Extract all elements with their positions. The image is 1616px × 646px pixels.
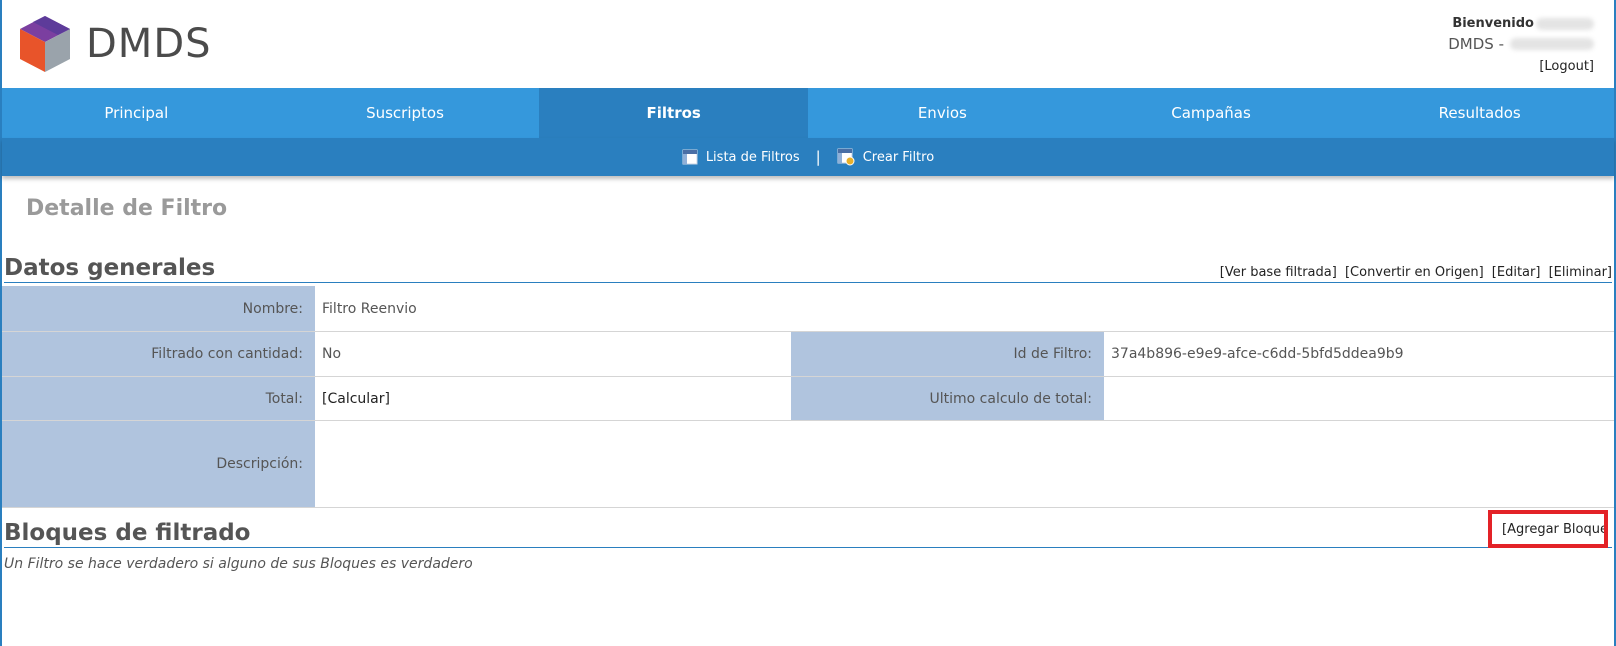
cantidad-value: No [322,346,342,362]
blocks-note: Un Filtro se hace verdadero si alguno de… [4,556,473,572]
cube-logo-icon [20,16,70,72]
blocks-section-header: Bloques de filtrado [Agregar Bloque [4,519,1612,548]
calcular-link[interactable]: [Calcular] [322,391,390,407]
brand-name: DMDS [86,21,212,67]
filter-details-table: Nombre: Filtro Reenvio Filtrado con cant… [2,286,1614,508]
crear-filtro-label: Crear Filtro [862,149,935,165]
add-filter-icon [837,148,855,166]
tab-filtros[interactable]: Filtros [539,88,809,138]
page-title: Detalle de Filtro [26,196,228,221]
lista-filtros-label: Lista de Filtros [705,149,800,165]
crear-filtro-link[interactable]: Crear Filtro [837,148,934,166]
editar-link[interactable]: [Editar] [1492,265,1541,280]
nombre-label: Nombre: [2,286,315,331]
general-actions: [Ver base filtrada] [Convertir en Origen… [1216,265,1612,282]
blocks-section-title: Bloques de filtrado [4,520,251,546]
brand-logo[interactable]: DMDS [18,14,212,74]
total-cell: [Calcular] [315,377,791,420]
account-prefix: DMDS - [1448,35,1504,53]
cantidad-label: Filtrado con cantidad: [2,332,315,376]
ultimo-calculo-label: Ultimo calculo de total: [791,377,1104,420]
tab-envios[interactable]: Envios [808,88,1077,138]
logout-link[interactable]: [Logout] [1448,59,1594,74]
table-row: Total: [Calcular] Ultimo calculo de tota… [2,377,1614,421]
descripcion-label: Descripción: [2,421,315,507]
ultimo-calculo-value [1104,377,1614,420]
table-row: Descripción: [2,421,1614,508]
welcome-line: Bienvenido [1448,16,1594,31]
subnav-separator: | [815,148,821,166]
general-section-title: Datos generales [4,255,216,281]
sub-nav: Lista de Filtros | Crear Filtro [2,138,1614,176]
list-icon [682,149,698,165]
tab-resultados[interactable]: Resultados [1345,88,1614,138]
lista-filtros-link[interactable]: Lista de Filtros [682,149,800,165]
user-info: Bienvenido DMDS - [Logout] [1448,16,1594,74]
tab-principal[interactable]: Principal [2,88,271,138]
total-label: Total: [2,377,315,420]
general-section-header: Datos generales [Ver base filtrada] [Con… [4,254,1612,283]
convertir-origen-link[interactable]: [Convertir en Origen] [1345,265,1484,280]
blurred-account [1510,38,1594,50]
table-row: Nombre: Filtro Reenvio [2,286,1614,332]
welcome-label: Bienvenido [1452,16,1534,31]
eliminar-link[interactable]: [Eliminar] [1549,265,1612,280]
tab-campanas[interactable]: Campañas [1077,88,1346,138]
highlight-box [1488,510,1608,548]
nombre-value: Filtro Reenvio [322,300,417,317]
blurred-username [1536,17,1594,30]
account-line: DMDS - [1448,35,1594,53]
table-row: Filtrado con cantidad: No Id de Filtro: … [2,332,1614,377]
ver-base-filtrada-link[interactable]: [Ver base filtrada] [1220,265,1337,280]
main-nav: Principal Suscriptos Filtros Envios Camp… [2,88,1614,138]
tab-suscriptos[interactable]: Suscriptos [271,88,540,138]
descripcion-value [315,421,1614,507]
id-filtro-value: 37a4b896-e9e9-afce-c6dd-5bfd5ddea9b9 [1111,346,1404,362]
id-filtro-label: Id de Filtro: [791,332,1104,376]
